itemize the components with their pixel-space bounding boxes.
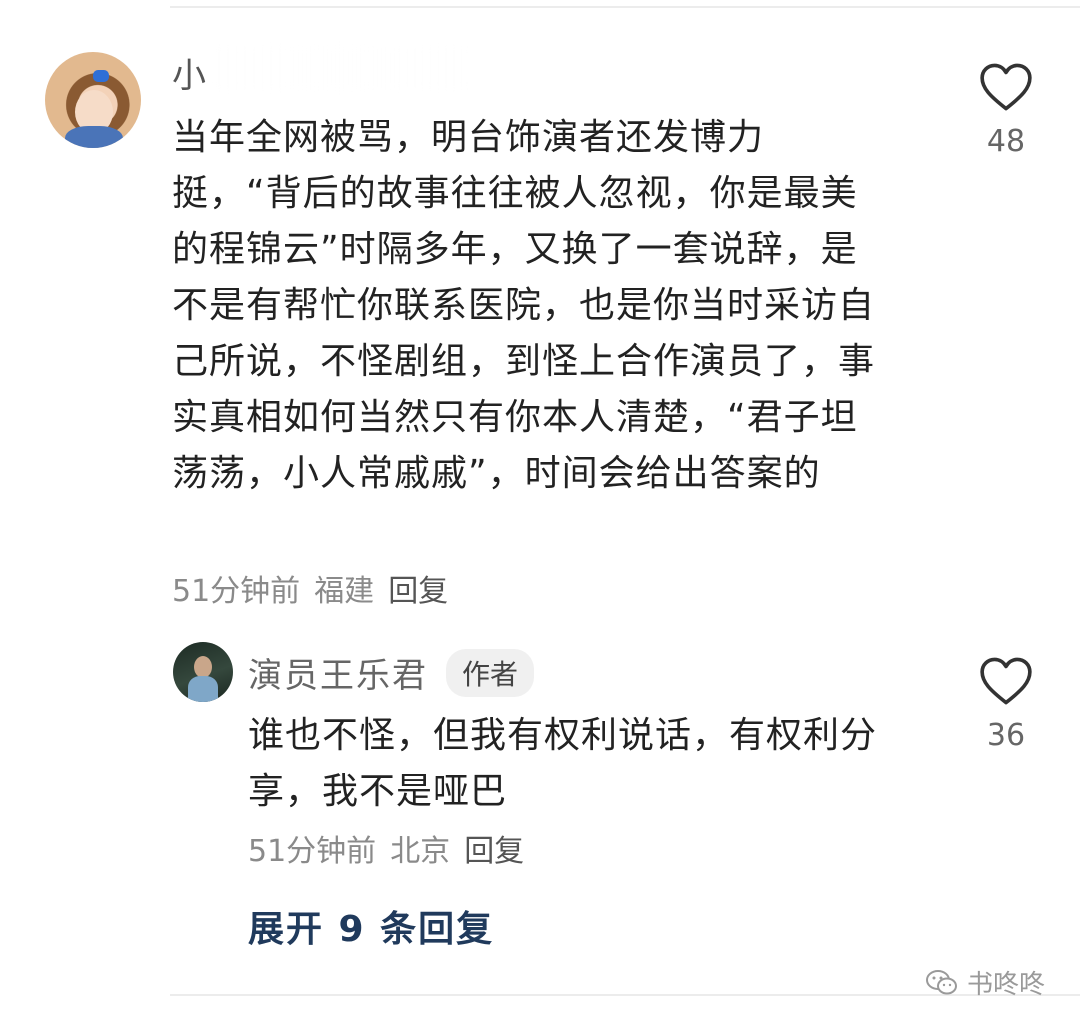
comment-like[interactable]: 48	[966, 62, 1046, 159]
reply-location: 北京	[390, 834, 451, 869]
watermark-text: 书咚咚	[967, 970, 1046, 1000]
wechat-icon	[926, 969, 957, 994]
comment-meta: 51分钟前 福建 回复	[172, 566, 462, 610]
commenter-avatar[interactable]	[45, 52, 141, 148]
author-username[interactable]: 演员王乐君	[248, 648, 428, 697]
expand-replies-link[interactable]: 展开 9 条回复	[248, 900, 494, 952]
commenter-username[interactable]: 小	[172, 48, 208, 97]
reply-text: 谁也不怪，但我有权利说话，有权利分享，我不是哑巴	[248, 715, 878, 812]
reply-time: 51分钟前	[248, 834, 377, 869]
heart-outline-icon[interactable]	[978, 656, 1034, 706]
comment-location: 福建	[314, 574, 375, 609]
comment-reply-button[interactable]: 回复	[388, 574, 448, 609]
comment-text: 当年全网被骂，明台饰演者还发博力挺，“背后的故事往往被人忽视，你是最美的程锦云”…	[172, 117, 876, 494]
comment-like-count: 48	[986, 124, 1026, 159]
author-avatar[interactable]	[173, 642, 233, 702]
reply-reply-button[interactable]: 回复	[464, 834, 524, 869]
heart-outline-icon[interactable]	[978, 62, 1034, 112]
reply-meta: 51分钟前 北京 回复	[248, 826, 538, 870]
author-badge: 作者	[446, 648, 535, 697]
reply-like-count: 36	[986, 718, 1026, 753]
comment-time: 51分钟前	[172, 574, 301, 609]
reply-like[interactable]: 36	[966, 656, 1046, 753]
top-divider	[170, 6, 1080, 8]
author-header: 演员王乐君 作者	[248, 648, 535, 697]
username-blur-mask	[210, 46, 470, 90]
watermark: 书咚咚	[925, 964, 1045, 1001]
